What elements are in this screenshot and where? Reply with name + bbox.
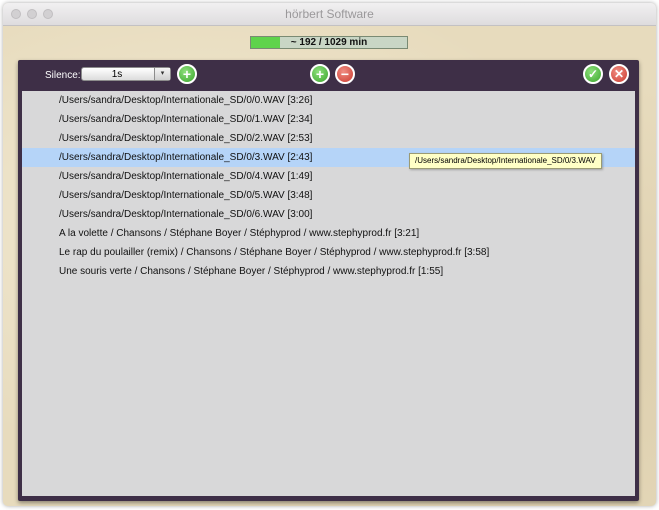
track-list-item[interactable]: /Users/sandra/Desktop/Internationale_SD/… — [22, 91, 635, 110]
silence-label: Silence: — [45, 70, 81, 81]
silence-value: 1s — [111, 69, 123, 80]
silence-select[interactable]: 1s ▾ — [81, 67, 171, 81]
remove-track-button[interactable]: − — [335, 64, 355, 84]
track-list-item[interactable]: /Users/sandra/Desktop/Internationale_SD/… — [22, 186, 635, 205]
playlist-panel: Silence: 1s ▾ + + − ✓ ✕ /Users/sandra/De… — [18, 60, 639, 501]
add-track-button[interactable]: + — [310, 64, 330, 84]
track-list-item[interactable]: /Users/sandra/Desktop/Internationale_SD/… — [22, 167, 635, 186]
capacity-bar: ~ 192 / 1029 min — [250, 36, 408, 49]
confirm-button[interactable]: ✓ — [583, 64, 603, 84]
track-list[interactable]: /Users/sandra/Desktop/Internationale_SD/… — [22, 91, 635, 496]
track-list-item[interactable]: /Users/sandra/Desktop/Internationale_SD/… — [22, 129, 635, 148]
window-title: hörbert Software — [285, 7, 374, 21]
track-list-item[interactable]: A la volette / Chansons / Stéphane Boyer… — [22, 224, 635, 243]
track-tooltip: /Users/sandra/Desktop/Internationale_SD/… — [409, 153, 602, 169]
cancel-button[interactable]: ✕ — [609, 64, 629, 84]
track-list-item[interactable]: Le rap du poulailler (remix) / Chansons … — [22, 243, 635, 262]
track-list-item[interactable]: Une souris verte / Chansons / Stéphane B… — [22, 262, 635, 281]
capacity-text: ~ 192 / 1029 min — [290, 37, 368, 48]
title-bar: hörbert Software — [3, 3, 656, 26]
add-silence-button[interactable]: + — [177, 64, 197, 84]
app-window: hörbert Software ~ 192 / 1029 min Silenc… — [3, 3, 656, 506]
chevron-down-icon[interactable]: ▾ — [154, 68, 170, 80]
track-list-item[interactable]: /Users/sandra/Desktop/Internationale_SD/… — [22, 205, 635, 224]
parchment-background: ~ 192 / 1029 min Silence: 1s ▾ + + − ✓ ✕… — [3, 26, 656, 506]
track-list-item[interactable]: /Users/sandra/Desktop/Internationale_SD/… — [22, 110, 635, 129]
